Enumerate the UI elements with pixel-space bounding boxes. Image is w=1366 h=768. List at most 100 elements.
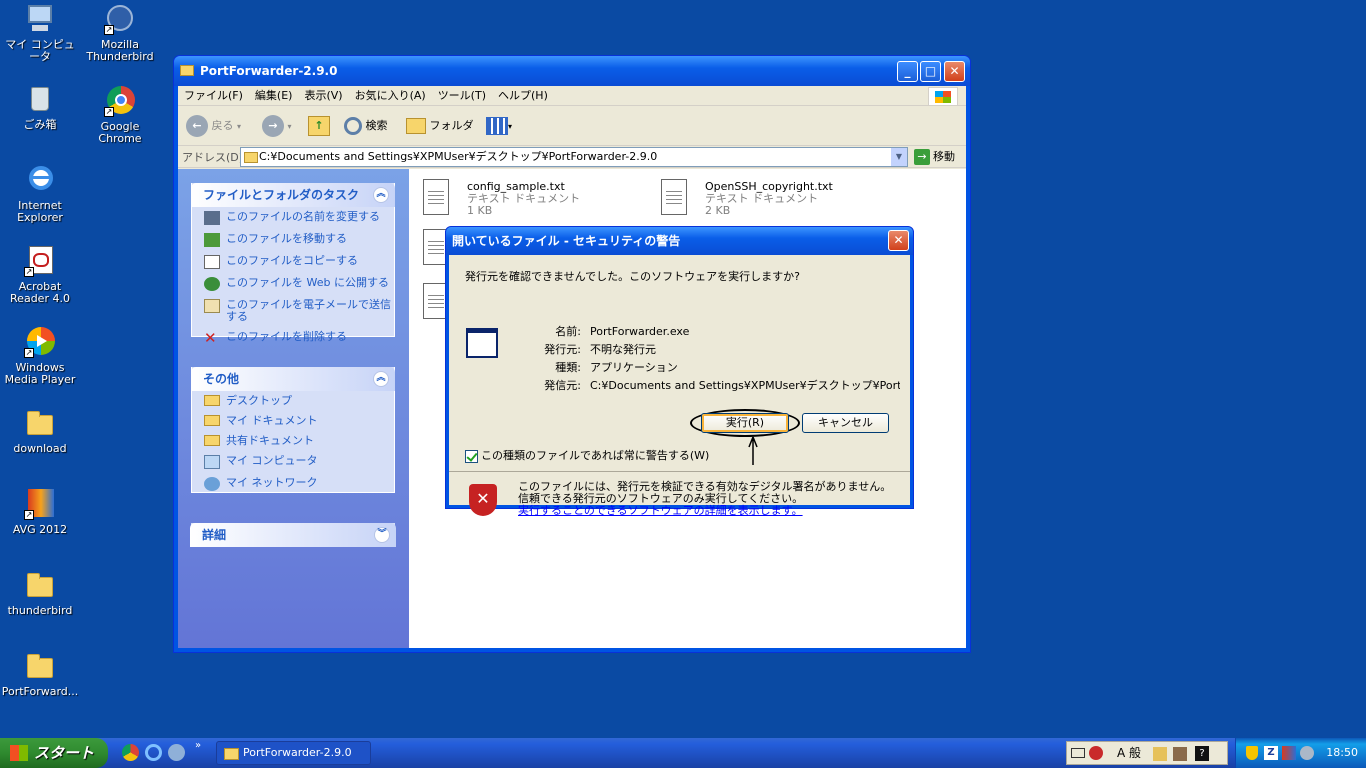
network-tray-icon[interactable] xyxy=(1300,746,1314,760)
back-button[interactable]: ← 戻る ▾ xyxy=(186,114,241,138)
search-button[interactable]: 検索 xyxy=(344,114,388,138)
up-folder-button[interactable]: ↑ xyxy=(308,114,330,138)
app-z-icon[interactable]: Z xyxy=(1264,746,1278,760)
source-value: C:¥Documents and Settings¥XPMUser¥デスクトップ… xyxy=(590,379,900,392)
always-warn-checkbox[interactable]: この種類のファイルであれば常に警告する(W) xyxy=(465,449,709,463)
show-desktop-quicklaunch-icon[interactable] xyxy=(168,744,185,761)
up-folder-icon: ↑ xyxy=(308,116,330,136)
address-input[interactable]: C:¥Documents and Settings¥XPMUser¥デスクトップ… xyxy=(240,147,908,167)
desktop-icon-acrobat-reader[interactable]: ↗ Acrobat Reader 4.0 xyxy=(1,245,79,305)
keyboard-icon xyxy=(1071,748,1085,758)
warning-text: このファイルには、発行元を検証できる有効なデジタル署名がありません。信頼できる発… xyxy=(518,480,892,505)
recycle-bin-icon xyxy=(24,83,56,115)
menu-file[interactable]: ファイル(F) xyxy=(178,86,249,105)
security-warning-dialog: 開いているファイル - セキュリティの警告 ✕ 発行元を確認できませんでした。こ… xyxy=(445,226,914,517)
task-delete[interactable]: ✕ このファイルを削除する xyxy=(192,327,394,349)
dialog-titlebar[interactable]: 開いているファイル - セキュリティの警告 ✕ xyxy=(446,227,913,255)
taskbar-task-explorer[interactable]: PortForwarder-2.9.0 xyxy=(216,741,371,765)
task-rename[interactable]: このファイルの名前を変更する xyxy=(192,207,394,229)
expand-icon[interactable]: ︾ xyxy=(374,527,390,543)
address-dropdown-button[interactable]: ▼ xyxy=(891,148,907,166)
divider xyxy=(449,471,910,472)
field-key: 発信元: xyxy=(544,379,581,392)
desktop-icon-my-computer[interactable]: マイ コンピュータ xyxy=(1,3,79,63)
file-item[interactable]: config_sample.txt テキスト ドキュメント 1 KB xyxy=(423,177,653,221)
ie-quicklaunch-icon[interactable] xyxy=(145,744,162,761)
go-button[interactable]: → 移動 xyxy=(914,148,955,166)
details-header[interactable]: 詳細 ︾ xyxy=(190,523,396,547)
ime-icon xyxy=(1089,746,1103,760)
task-move[interactable]: このファイルを移動する xyxy=(192,229,394,251)
quicklaunch-expand-icon[interactable]: » xyxy=(195,740,201,751)
close-button[interactable]: ✕ xyxy=(944,61,965,82)
publisher-value: 不明な発行元 xyxy=(590,343,656,356)
menu-edit[interactable]: 編集(E) xyxy=(249,86,299,105)
tasks-header[interactable]: ファイルとフォルダのタスク ︽ xyxy=(191,183,395,207)
folders-button[interactable]: フォルダ xyxy=(406,114,474,138)
chrome-quicklaunch-icon[interactable] xyxy=(122,744,139,761)
text-file-icon xyxy=(423,179,449,215)
ime-toolbar[interactable]: A 般 ? xyxy=(1066,741,1228,765)
menu-tools[interactable]: ツール(T) xyxy=(432,86,492,105)
menu-view[interactable]: 表示(V) xyxy=(298,86,348,105)
details-link[interactable]: 実行することのできるソフトウェアの詳細を表示します。 xyxy=(518,504,803,517)
desktop-icon-recycle-bin[interactable]: ごみ箱 xyxy=(1,83,79,131)
desktop-icon-media-player[interactable]: ↗ Windows Media Player xyxy=(1,326,79,386)
views-button[interactable]: ▾ xyxy=(486,114,512,138)
start-button[interactable]: スタート xyxy=(0,738,108,768)
menu-favorites[interactable]: お気に入り(A) xyxy=(349,86,432,105)
file-folder-tasks-panel: ファイルとフォルダのタスク ︽ このファイルの名前を変更する このファイルを移動す… xyxy=(191,183,395,346)
file-item[interactable]: OpenSSH_copyright.txt テキスト ドキュメント 2 KB xyxy=(661,177,891,221)
menu-help[interactable]: ヘルプ(H) xyxy=(492,86,554,105)
back-arrow-icon: ← xyxy=(186,115,208,137)
network-icon xyxy=(204,477,220,491)
desktop-icon-download-folder[interactable]: download xyxy=(1,407,79,455)
task-email[interactable]: このファイルを電子メールで送信する xyxy=(192,295,394,327)
taskbar: スタート » PortForwarder-2.9.0 A 般 ? Z 18:50 xyxy=(0,738,1366,768)
views-icon xyxy=(486,117,508,135)
computer-icon xyxy=(204,455,220,469)
desktop-icon-chrome[interactable]: ↗ Google Chrome xyxy=(81,85,159,145)
place-my-documents[interactable]: マイ ドキュメント xyxy=(192,411,394,431)
internet-explorer-icon xyxy=(24,164,56,196)
desktop-icon-internet-explorer[interactable]: Internet Explorer xyxy=(1,164,79,224)
move-icon xyxy=(204,233,220,247)
collapse-icon[interactable]: ︽ xyxy=(373,187,389,203)
avg-tray-icon[interactable] xyxy=(1282,746,1296,760)
task-copy[interactable]: このファイルをコピーする xyxy=(192,251,394,273)
checkmark-icon xyxy=(465,449,478,463)
place-my-computer[interactable]: マイ コンピュータ xyxy=(192,451,394,473)
address-label: アドレス(D) xyxy=(182,151,244,164)
email-icon xyxy=(204,299,220,313)
windows-flag-icon xyxy=(10,745,28,761)
task-publish-web[interactable]: このファイルを Web に公開する xyxy=(192,273,394,295)
media-player-icon: ↗ xyxy=(24,326,56,358)
explorer-titlebar[interactable]: PortForwarder-2.9.0 _ □ ✕ xyxy=(174,56,970,86)
other-places-panel: その他 ︽ デスクトップ マイ ドキュメント 共有ドキュメント マイ コンピュータ… xyxy=(191,367,395,493)
delete-icon: ✕ xyxy=(204,329,217,347)
documents-icon xyxy=(204,415,220,426)
dialog-question: 発行元を確認できませんでした。このソフトウェアを実行しますか? xyxy=(465,270,800,283)
other-header[interactable]: その他 ︽ xyxy=(191,367,395,391)
forward-button[interactable]: → ▾ xyxy=(262,114,292,138)
copy-icon xyxy=(204,255,220,269)
menu-bar: ファイル(F) 編集(E) 表示(V) お気に入り(A) ツール(T) ヘルプ(H) xyxy=(178,86,966,106)
desktop-icon-avg[interactable]: ↗ AVG 2012 xyxy=(1,488,79,536)
run-button[interactable]: 実行(R) xyxy=(701,413,789,433)
ime-mode[interactable]: A 般 xyxy=(1117,742,1141,764)
minimize-button[interactable]: _ xyxy=(897,61,918,82)
maximize-button[interactable]: □ xyxy=(920,61,941,82)
cancel-button[interactable]: キャンセル xyxy=(802,413,889,433)
acrobat-icon: ↗ xyxy=(24,245,56,277)
globe-icon xyxy=(204,277,220,291)
collapse-icon[interactable]: ︽ xyxy=(373,371,389,387)
place-shared-documents[interactable]: 共有ドキュメント xyxy=(192,431,394,451)
place-my-network[interactable]: マイ ネットワーク xyxy=(192,473,394,495)
security-shield-icon[interactable] xyxy=(1246,746,1258,760)
clock[interactable]: 18:50 xyxy=(1326,738,1358,768)
desktop-icon-thunderbird-folder[interactable]: thunderbird xyxy=(1,569,79,617)
desktop-icon-thunderbird[interactable]: ↗ Mozilla Thunderbird xyxy=(81,3,159,63)
dialog-close-button[interactable]: ✕ xyxy=(888,230,909,251)
desktop-icon-portforwarder-folder[interactable]: PortForward... xyxy=(1,650,79,698)
place-desktop[interactable]: デスクトップ xyxy=(192,391,394,411)
